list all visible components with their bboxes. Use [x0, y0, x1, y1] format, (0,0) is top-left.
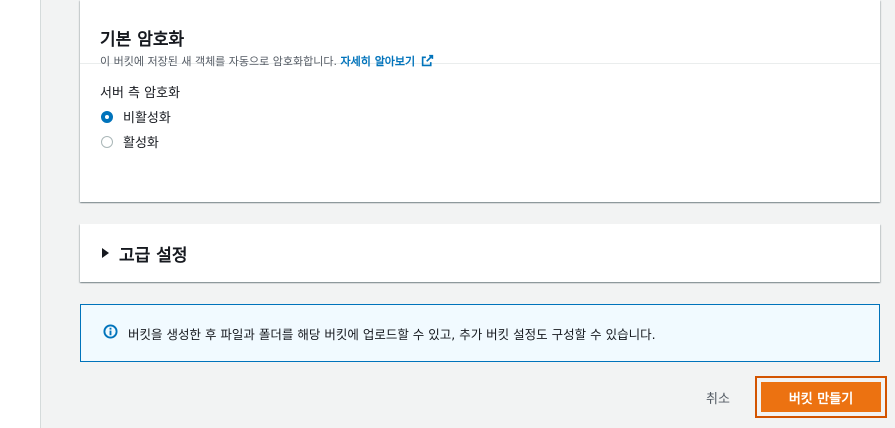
info-message: 버킷을 생성한 후 파일과 폴더를 해당 버킷에 업로드할 수 있고, 추가 버… [128, 326, 656, 342]
radio-disable[interactable]: 비활성화 [100, 104, 860, 129]
left-navigation-pane [0, 0, 41, 428]
create-button-highlight: 버킷 만들기 [755, 376, 887, 418]
description-text: 이 버킷에 저장된 새 객체를 자동으로 암호화합니다. [100, 55, 337, 68]
panel-body: 서버 측 암호화 비활성화 활성화 [80, 64, 880, 174]
radio-label-enable: 활성화 [123, 136, 159, 151]
server-side-encryption-label: 서버 측 암호화 [100, 86, 181, 101]
cancel-button[interactable]: 취소 [690, 376, 746, 418]
info-icon [103, 324, 118, 342]
radio-label-disable: 비활성화 [123, 111, 171, 126]
create-bucket-button[interactable]: 버킷 만들기 [761, 382, 881, 412]
radio-enable[interactable]: 활성화 [100, 129, 860, 154]
panel-header: 기본 암호화 이 버킷에 저장된 새 객체를 자동으로 암호화합니다. 자세히 … [80, 0, 880, 68]
external-link-icon [421, 54, 434, 72]
radio-button-unchecked[interactable] [101, 135, 113, 148]
advanced-settings-panel: 고급 설정 [80, 224, 880, 282]
advanced-settings-title: 고급 설정 [119, 245, 188, 266]
learn-more-link[interactable]: 자세히 알아보기 [340, 54, 435, 68]
info-alert: 버킷을 생성한 후 파일과 폴더를 해당 버킷에 업로드할 수 있고, 추가 버… [80, 304, 880, 362]
caret-right-icon [102, 248, 109, 258]
radio-button-checked[interactable] [101, 110, 113, 123]
panel-title: 기본 암호화 [100, 30, 185, 50]
advanced-settings-toggle[interactable]: 고급 설정 [80, 224, 880, 282]
default-encryption-panel: 기본 암호화 이 버킷에 저장된 새 객체를 자동으로 암호화합니다. 자세히 … [80, 0, 880, 202]
learn-more-label: 자세히 알아보기 [340, 55, 416, 68]
